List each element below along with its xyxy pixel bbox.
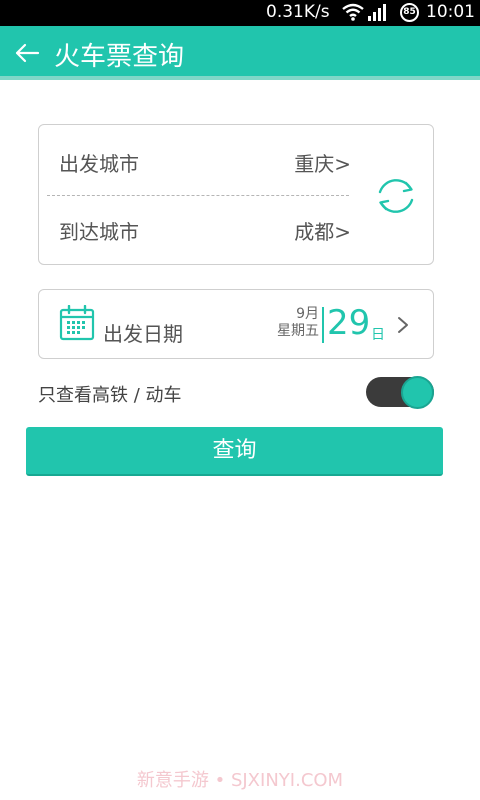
clock: 10:01 xyxy=(426,2,475,22)
swap-arrows-icon[interactable] xyxy=(373,173,419,219)
departure-city-row[interactable]: 出发城市 重庆> xyxy=(39,130,351,194)
high-speed-filter-label: 只查看高铁 / 动车 xyxy=(38,385,182,406)
watermark: 新意手游 • SJXINYI.COM xyxy=(136,770,344,791)
departure-date-row[interactable]: 出发日期 9月 星期五 29 日 xyxy=(38,289,434,359)
arrival-city-label: 到达城市 xyxy=(59,220,139,244)
high-speed-toggle[interactable] xyxy=(366,376,434,409)
battery-icon: 85 xyxy=(400,3,419,22)
signal-icon xyxy=(368,4,386,21)
wifi-icon xyxy=(342,3,364,21)
date-day-unit: 日 xyxy=(371,327,385,343)
date-month: 9月 xyxy=(296,306,319,322)
arrival-city-value: 成都> xyxy=(294,220,351,244)
network-speed: 0.31K/s xyxy=(266,2,330,22)
arrow-left-icon[interactable] xyxy=(12,38,42,68)
city-divider xyxy=(47,195,349,196)
page-title: 火车票查询 xyxy=(54,42,185,72)
chevron-right-icon xyxy=(398,317,408,333)
toggle-knob xyxy=(401,376,434,409)
date-separator xyxy=(322,307,324,343)
departure-city-label: 出发城市 xyxy=(59,152,139,176)
date-day: 29 xyxy=(327,303,371,343)
route-card: 出发城市 重庆> 到达城市 成都> xyxy=(38,124,434,265)
departure-city-value: 重庆> xyxy=(294,152,351,176)
date-weekday: 星期五 xyxy=(277,323,319,339)
app-header: 火车票查询 xyxy=(0,26,480,80)
query-button[interactable]: 查询 xyxy=(26,427,443,476)
departure-date-label: 出发日期 xyxy=(103,322,183,346)
arrival-city-row[interactable]: 到达城市 成都> xyxy=(39,198,351,262)
calendar-icon xyxy=(59,305,95,341)
status-bar: 0.31K/s 85 10:01 xyxy=(0,0,480,26)
